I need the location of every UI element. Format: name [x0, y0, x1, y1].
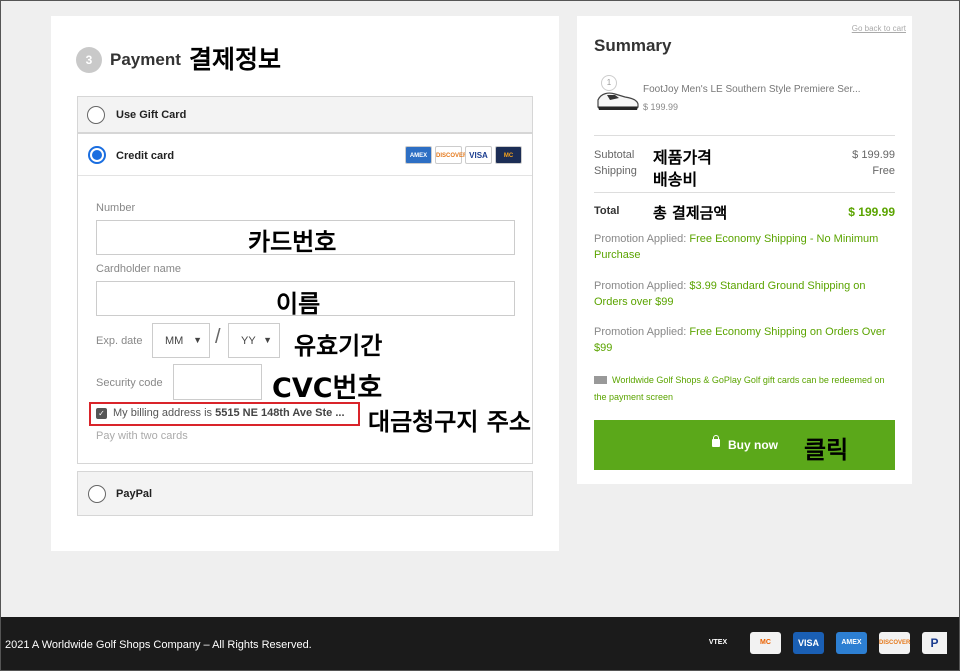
footer: 2021 A Worldwide Golf Shops Company – Al…: [0, 617, 960, 671]
check-icon[interactable]: ✓: [96, 408, 107, 419]
exp-separator: /: [215, 326, 221, 348]
buy-now-button[interactable]: Buy now 클릭: [594, 420, 895, 470]
chevron-down-icon: ▼: [263, 335, 272, 345]
paypal-option[interactable]: PayPal: [77, 471, 533, 516]
mastercard-icon: MC: [495, 146, 522, 164]
amex-icon: AMEX: [836, 632, 867, 654]
total-value: $ 199.99: [848, 205, 895, 219]
security-code-input[interactable]: [173, 364, 262, 400]
gift-card-radio[interactable]: [87, 106, 105, 124]
discover-icon: DISCOVER: [435, 146, 467, 164]
copyright-text: 2021 A Worldwide Golf Shops Company – Al…: [5, 639, 312, 651]
payment-title: Payment: [110, 50, 181, 69]
card-brand-logos: AMEX DISCOVER VISA MC: [405, 146, 522, 164]
shipping-label: Shipping: [594, 165, 637, 177]
chevron-down-icon: ▼: [193, 335, 202, 345]
divider: [594, 192, 895, 193]
buy-now-label: Buy now: [728, 438, 778, 452]
gift-card-label: Use Gift Card: [116, 109, 187, 121]
paypal-icon: P: [922, 632, 947, 654]
paypal-radio[interactable]: [88, 485, 106, 503]
exp-month-value: MM: [165, 335, 184, 347]
card-number-label: Number: [96, 202, 136, 214]
vtex-logo-icon: VTEX: [708, 639, 728, 646]
total-note: 총 결제금액: [653, 204, 728, 222]
billing-address-note: 대금청구지 주소: [368, 408, 531, 436]
subtotal-label: Subtotal: [594, 149, 635, 161]
lock-icon: [712, 435, 720, 447]
credit-card-label: Credit card: [116, 150, 175, 162]
promotion-item: Promotion Applied: $3.99 Standard Ground…: [594, 280, 866, 308]
shipping-value: Free: [872, 165, 895, 177]
amex-icon: AMEX: [405, 146, 432, 164]
credit-card-header[interactable]: Credit card AMEX DISCOVER VISA MC: [78, 134, 532, 176]
subtotal-note: 제품가격: [653, 148, 712, 167]
credit-card-radio[interactable]: [88, 146, 106, 164]
mastercard-icon: MC: [750, 632, 781, 654]
credit-card-option: Credit card AMEX DISCOVER VISA MC Number…: [77, 133, 533, 464]
paypal-label: PayPal: [116, 488, 153, 500]
promotion-item: Promotion Applied: Free Economy Shipping…: [594, 233, 879, 261]
promotion-item: Promotion Applied: Free Economy Shipping…: [594, 326, 886, 354]
billing-address-text: My billing address is 5515 NE 148th Ave …: [113, 407, 345, 419]
security-code-label: Security code: [96, 377, 163, 389]
payment-title-note: 결제정보: [189, 45, 282, 74]
billing-address-value: 5515 NE 148th Ave Ste ...: [215, 407, 345, 419]
footer-payment-logos: VTEX MC VISA AMEX DISCOVER P: [698, 632, 947, 654]
cardholder-name-label: Cardholder name: [96, 263, 181, 275]
payment-panel: 3 Payment 결제정보 Use Gift Card Credit card…: [51, 16, 559, 551]
exp-month-select[interactable]: MM ▼: [152, 323, 210, 358]
product-price: $ 199.99: [643, 102, 679, 112]
buy-now-note: 클릭: [804, 436, 849, 464]
step-number-badge: 3: [76, 47, 102, 73]
exp-year-value: YY: [241, 335, 256, 347]
billing-address-checkbox[interactable]: ✓ My billing address is 5515 NE 148th Av…: [89, 402, 360, 426]
shipping-note: 배송비: [653, 170, 698, 189]
card-number-note: 카드번호: [248, 228, 337, 256]
gift-card-notice: Worldwide Golf Shops & GoPlay Golf gift …: [594, 375, 885, 402]
exp-date-label: Exp. date: [96, 335, 143, 347]
product-qty-badge: 1: [601, 75, 617, 91]
gift-card-option[interactable]: Use Gift Card: [77, 96, 533, 133]
cardholder-name-note: 이름: [276, 290, 321, 318]
exp-date-note: 유효기간: [294, 332, 383, 360]
subtotal-value: $ 199.99: [852, 149, 895, 161]
security-code-note: CVC번호: [272, 373, 383, 404]
gift-card-icon: [594, 376, 607, 384]
product-name[interactable]: FootJoy Men's LE Southern Style Premiere…: [643, 84, 861, 95]
discover-icon: DISCOVER: [879, 632, 910, 654]
pay-with-two-cards-link[interactable]: Pay with two cards: [96, 430, 188, 442]
visa-icon: VISA: [465, 146, 492, 164]
summary-panel: Summary Go back to cart 1 FootJoy Men's …: [577, 16, 912, 484]
divider: [594, 135, 895, 136]
visa-icon: VISA: [793, 632, 824, 654]
summary-title: Summary: [594, 36, 672, 55]
total-label: Total: [594, 205, 620, 217]
go-back-to-cart-link[interactable]: Go back to cart: [852, 24, 906, 33]
exp-year-select[interactable]: YY ▼: [228, 323, 280, 358]
